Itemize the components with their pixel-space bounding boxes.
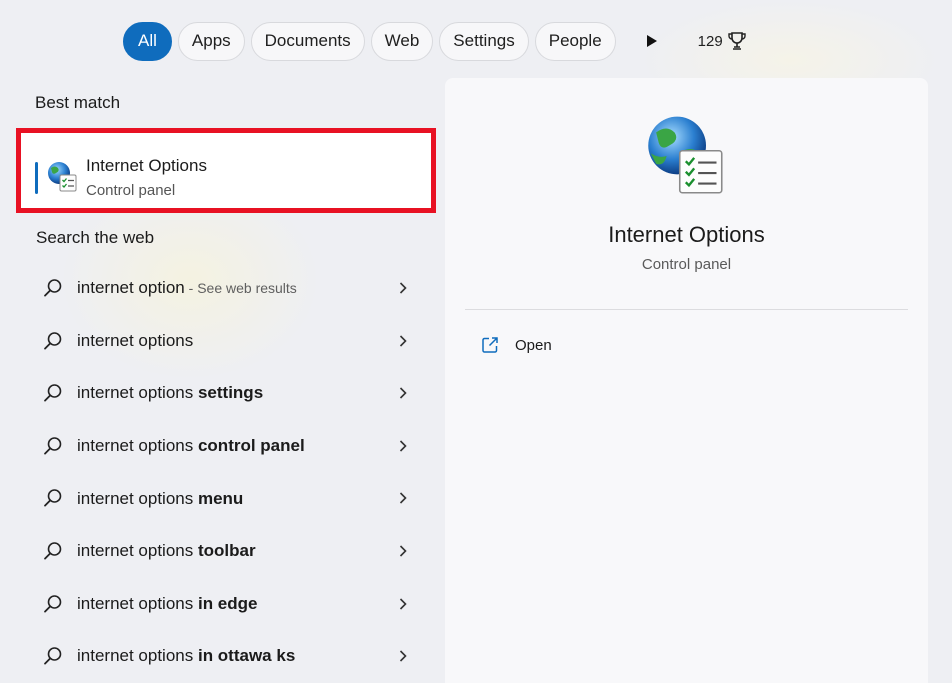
web-suggestion-2[interactable]: internet options settings	[26, 367, 430, 420]
best-match-subtitle: Control panel	[86, 182, 176, 199]
selection-indicator	[35, 162, 38, 194]
search-icon	[44, 384, 62, 402]
web-suggestions-list: internet option - See web results intern…	[26, 262, 430, 683]
search-icon	[44, 436, 62, 455]
search-icon	[44, 594, 62, 613]
result-detail-panel: Internet Options Control panel Open	[445, 78, 928, 683]
open-action-label: Open	[515, 336, 552, 354]
filter-tab-apps[interactable]: Apps	[177, 21, 245, 61]
filter-tab-documents[interactable]: Documents	[250, 21, 365, 61]
search-filter-bar: All Apps Documents Web Settings People 1…	[123, 21, 746, 61]
rewards-points[interactable]: 129	[698, 31, 746, 51]
web-suggestion-6[interactable]: internet options in edge	[26, 578, 430, 631]
open-action[interactable]: Open	[481, 336, 552, 354]
chevron-right-icon	[399, 387, 407, 399]
more-filters-button[interactable]	[642, 31, 662, 51]
trophy-icon	[728, 32, 746, 50]
chevron-right-icon	[399, 440, 407, 452]
web-suggestion-3[interactable]: internet options control panel	[26, 420, 430, 473]
filter-tab-all[interactable]: All	[123, 21, 172, 61]
web-suggestion-7[interactable]: internet options in ottawa ks	[26, 630, 430, 683]
detail-subtitle: Control panel	[641, 256, 732, 273]
chevron-right-icon	[399, 545, 407, 557]
web-suggestion-4[interactable]: internet options menu	[26, 472, 430, 525]
chevron-right-icon	[399, 597, 407, 610]
best-match-title: Internet Options	[86, 156, 207, 175]
search-icon	[44, 489, 62, 507]
filter-tab-web[interactable]: Web	[370, 21, 434, 61]
search-icon	[44, 542, 62, 560]
filter-tab-settings[interactable]: Settings	[439, 21, 529, 61]
play-icon	[646, 35, 657, 47]
open-external-icon	[482, 337, 498, 353]
chevron-right-icon	[399, 282, 407, 294]
divider	[465, 309, 908, 310]
detail-title: Internet Options	[608, 222, 765, 247]
filter-tab-people[interactable]: People	[534, 21, 616, 61]
chevron-right-icon	[399, 492, 407, 504]
best-match-heading: Best match	[35, 93, 121, 112]
best-match-highlight: Internet Options Control panel	[16, 128, 436, 213]
web-suggestion-5[interactable]: internet options toolbar	[26, 525, 430, 578]
best-match-result[interactable]: Internet Options Control panel	[25, 137, 427, 204]
search-icon	[44, 647, 62, 665]
chevron-right-icon	[399, 335, 407, 347]
web-suggestion-1[interactable]: internet options	[26, 315, 430, 368]
search-icon	[44, 331, 62, 350]
search-icon	[44, 279, 62, 297]
chevron-right-icon	[399, 650, 407, 662]
internet-options-large-icon	[648, 116, 723, 194]
internet-options-icon	[48, 162, 77, 192]
search-web-heading: Search the web	[36, 228, 155, 247]
web-suggestion-0[interactable]: internet option - See web results	[26, 262, 430, 315]
